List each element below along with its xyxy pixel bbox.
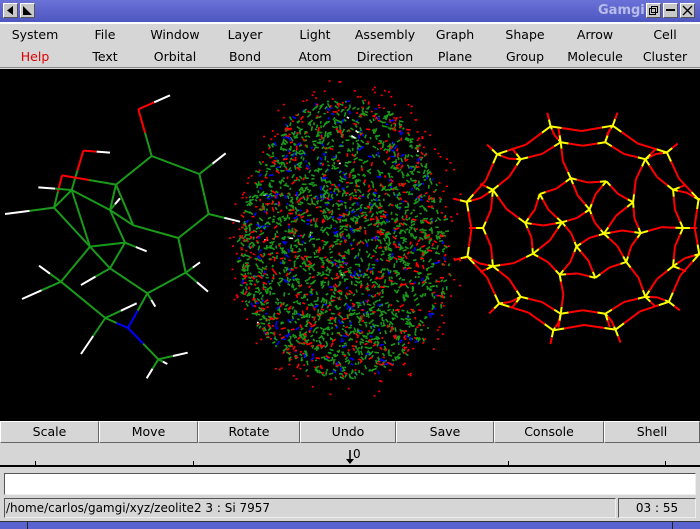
menu-arrow[interactable]: Arrow <box>560 24 630 46</box>
taskbar <box>0 521 700 529</box>
taskbar-separator <box>672 522 673 529</box>
menu-window[interactable]: Window <box>140 24 210 46</box>
slider-tick <box>193 461 194 465</box>
protein-cluster[interactable] <box>229 80 467 397</box>
command-input[interactable] <box>4 473 696 495</box>
menu-text[interactable]: Text <box>70 46 140 68</box>
window-title: Gamgi <box>598 3 645 18</box>
molecule-viewport[interactable] <box>0 69 700 421</box>
restore-button[interactable] <box>646 3 661 18</box>
status-message: /home/carlos/gamgi/xyz/zeolite2 3 : Si 7… <box>4 498 616 518</box>
menu-cell[interactable]: Cell <box>630 24 700 46</box>
title-bar: Gamgi <box>0 0 700 22</box>
menu-system[interactable]: System <box>0 24 70 46</box>
status-time: 03 : 55 <box>618 498 696 518</box>
slider-tick <box>508 461 509 465</box>
corner-triangle-icon <box>23 6 32 15</box>
menu-grid: System File Window Layer Light Assembly Graph S… <box>0 24 700 68</box>
menu-graph[interactable]: Graph <box>420 24 490 46</box>
menu-light[interactable]: Light <box>280 24 350 46</box>
organic-molecule[interactable] <box>4 94 241 379</box>
taskbar-separator <box>27 522 28 529</box>
menu-shape[interactable]: Shape <box>490 24 560 46</box>
shell-button[interactable]: Shell <box>604 421 700 443</box>
undo-button[interactable]: Undo <box>300 421 396 443</box>
minimize-button[interactable] <box>663 3 678 18</box>
slider-tick <box>35 461 36 465</box>
zeolite-cage[interactable] <box>452 112 700 345</box>
menu-file[interactable]: File <box>70 24 140 46</box>
save-button[interactable]: Save <box>396 421 494 443</box>
menu-cluster[interactable]: Cluster <box>630 46 700 68</box>
console-button[interactable]: Console <box>494 421 604 443</box>
scale-button[interactable]: Scale <box>0 421 99 443</box>
close-icon <box>682 5 693 16</box>
move-button[interactable]: Move <box>99 421 198 443</box>
menu-bar: System File Window Layer Light Assembly Graph S… <box>0 22 700 68</box>
menu-group[interactable]: Group <box>490 46 560 68</box>
menu-assembly[interactable]: Assembly <box>350 24 420 46</box>
bottom-toolbar: Scale Move Rotate Undo Save Console Shell <box>0 421 700 443</box>
menu-direction[interactable]: Direction <box>350 46 420 68</box>
close-button[interactable] <box>680 3 695 18</box>
rotate-button[interactable]: Rotate <box>198 421 300 443</box>
minimize-icon <box>666 9 675 11</box>
menu-orbital[interactable]: Orbital <box>140 46 210 68</box>
menu-help[interactable]: Help <box>0 46 70 68</box>
slider-tick <box>665 461 666 465</box>
menu-layer[interactable]: Layer <box>210 24 280 46</box>
menu-bond[interactable]: Bond <box>210 46 280 68</box>
menu-atom[interactable]: Atom <box>280 46 350 68</box>
slider-value: 0 <box>353 447 361 461</box>
back-button[interactable] <box>3 3 18 18</box>
status-bar: /home/carlos/gamgi/xyz/zeolite2 3 : Si 7… <box>4 498 696 518</box>
restore-icon <box>649 6 658 15</box>
left-triangle-icon <box>7 6 13 15</box>
shade-button[interactable] <box>20 3 35 18</box>
menu-plane[interactable]: Plane <box>420 46 490 68</box>
scene-canvas[interactable] <box>0 69 700 421</box>
menu-molecule[interactable]: Molecule <box>560 46 630 68</box>
scale-slider[interactable]: 0 <box>0 445 700 467</box>
